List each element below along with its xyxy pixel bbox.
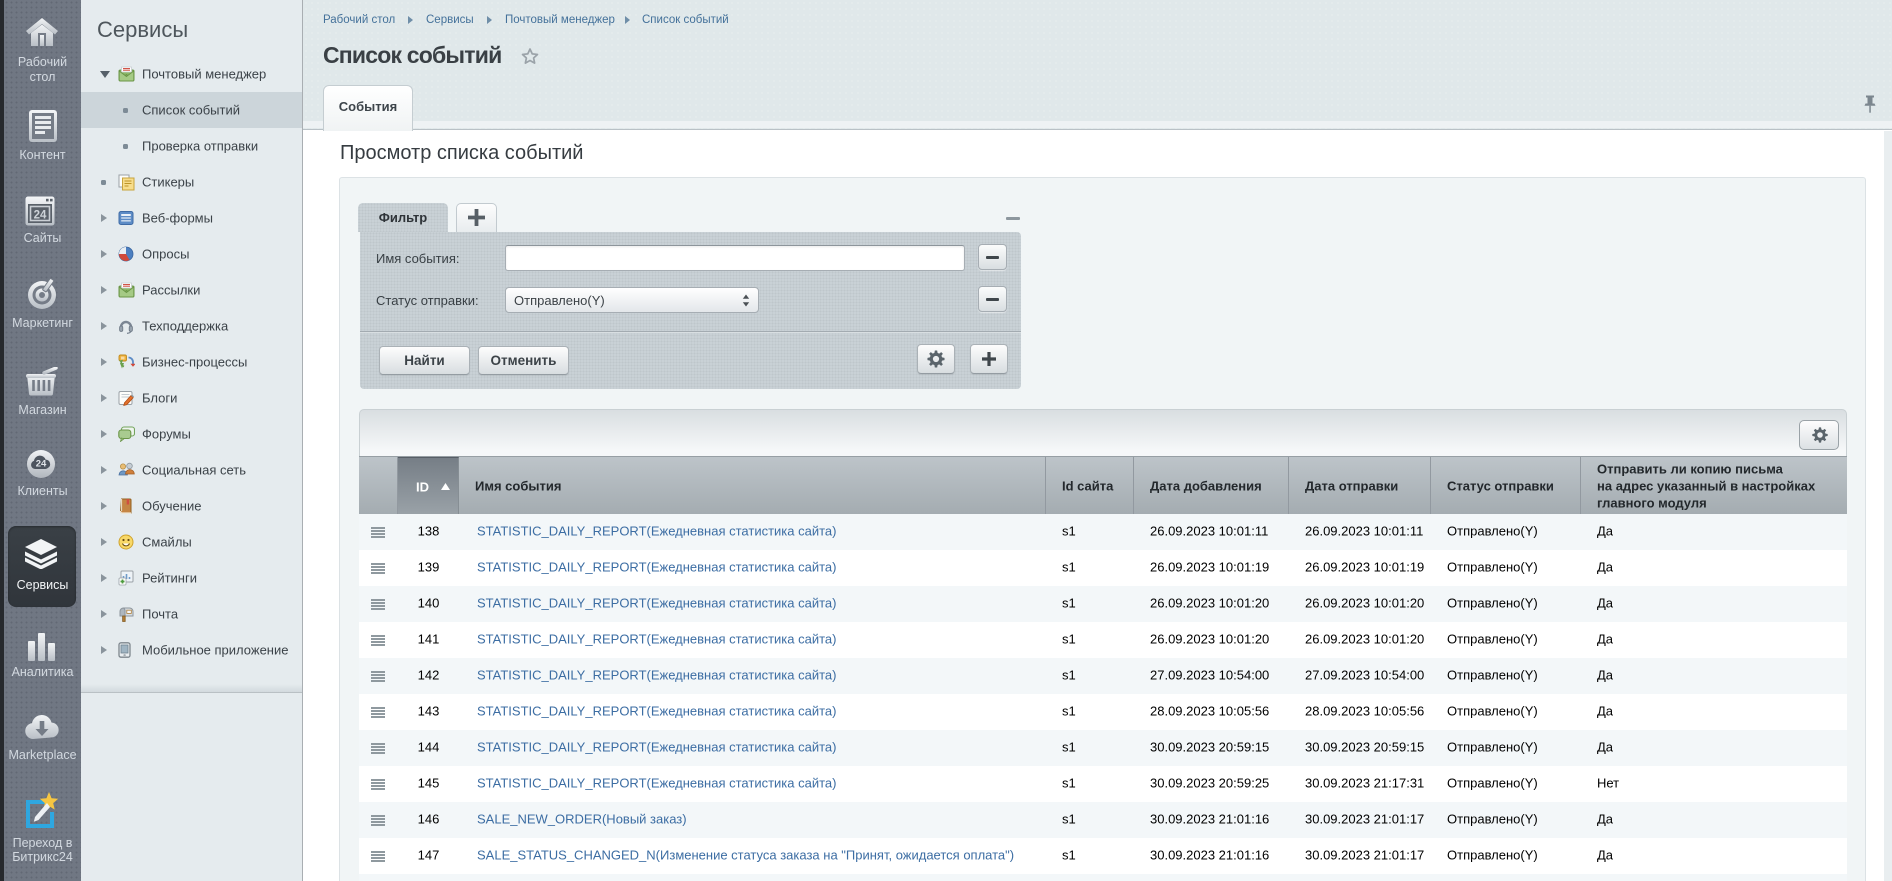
svg-text:24: 24 (36, 459, 47, 470)
svg-text:24: 24 (34, 210, 47, 222)
